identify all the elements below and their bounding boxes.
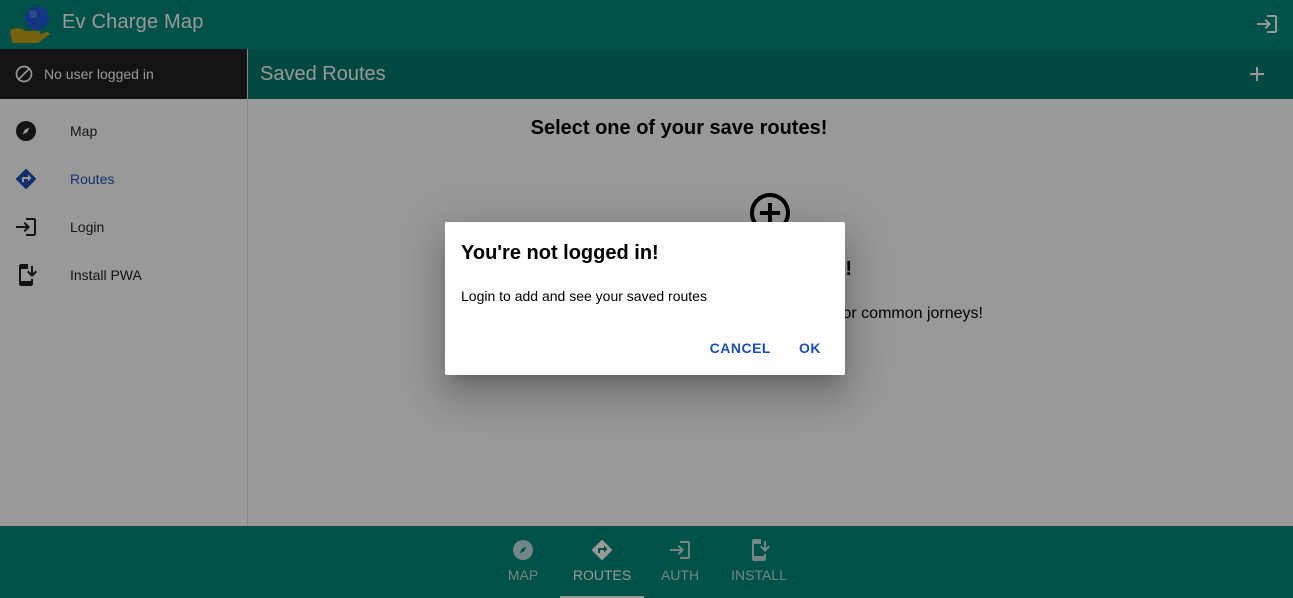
ok-button[interactable]: OK [787, 334, 833, 362]
dialog-title: You're not logged in! [461, 242, 659, 264]
login-required-dialog: You're not logged in! Login to add and s… [445, 222, 845, 375]
cancel-button[interactable]: CANCEL [698, 334, 783, 362]
dialog-actions: CANCEL OK [698, 334, 833, 362]
dialog-message: Login to add and see your saved routes [461, 288, 707, 304]
